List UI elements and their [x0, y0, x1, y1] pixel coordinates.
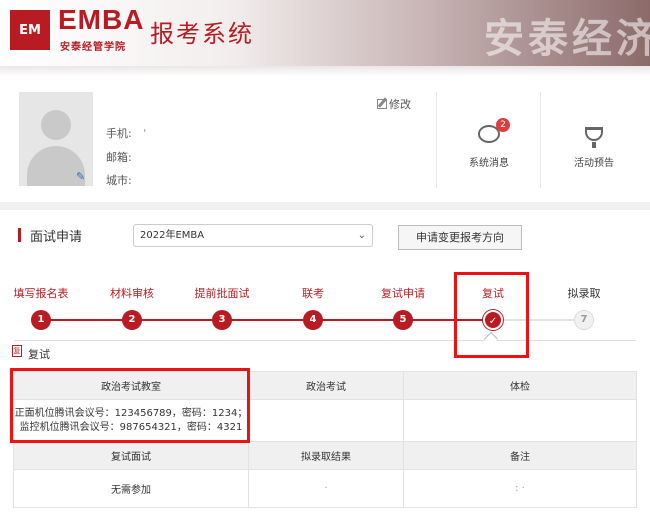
edit-icon [377, 99, 387, 109]
table-header: 体检 [403, 371, 637, 400]
logo-text: EMBA [58, 4, 145, 35]
step-label: 复试申请 [381, 287, 425, 300]
app-header: 安泰经济 EM EMBA 安泰经管学院 报考系统 [0, 0, 650, 66]
change-direction-button[interactable]: 申请变更报考方向 [398, 225, 522, 250]
step-label: 填写报名表 [13, 287, 69, 300]
logo-icon: EM [10, 10, 50, 50]
chevron-down-icon: ⌄ [357, 230, 366, 241]
table-cell: 无需参加 [13, 469, 249, 508]
program-select[interactable]: 2022年EMBA ⌄ [133, 224, 373, 247]
step-circle[interactable]: 2 [122, 310, 142, 330]
table-header: 复试面试 [13, 441, 249, 470]
divider [540, 92, 541, 188]
step-circle[interactable]: 7 [574, 310, 594, 330]
avatar-head [41, 110, 71, 140]
header-watermark: 安泰经济 [484, 16, 650, 62]
table-cell [403, 399, 637, 442]
retest-icon: 复 [12, 345, 22, 357]
highlight-box [454, 272, 529, 358]
table-cell [248, 399, 404, 442]
step-label: 联考 [302, 287, 324, 300]
message-icon-wrap: 2 [449, 118, 529, 148]
events-button[interactable]: 活动预告 [554, 120, 634, 169]
table-cell: : · [403, 469, 637, 508]
trophy-icon [585, 127, 603, 148]
phone-label-text: 手机: [106, 127, 132, 140]
trophy-icon-wrap [554, 120, 634, 148]
system-title: 报考系统 [150, 20, 254, 48]
phone-label: 手机: ' [106, 125, 146, 141]
edit-profile-link[interactable]: 修改 [377, 96, 411, 112]
phone-value: ' [143, 127, 147, 140]
retest-title: 复试 [28, 348, 50, 361]
divider [436, 92, 437, 188]
section-separator [0, 202, 650, 210]
step-circle[interactable]: 5 [393, 310, 413, 330]
events-label: 活动预告 [574, 158, 614, 169]
step-circle[interactable]: 1 [31, 310, 51, 330]
step-label: 材料审核 [110, 287, 154, 300]
city-label: 城市: [106, 174, 132, 187]
table-header: 拟录取结果 [248, 441, 404, 470]
section-title: 面试申请 [30, 230, 83, 245]
step-label: 提前批面试 [194, 287, 250, 300]
system-messages-button[interactable]: 2 系统消息 [449, 118, 529, 169]
highlight-box [10, 368, 250, 443]
steps-baseline [14, 340, 636, 341]
table-cell: · [248, 469, 404, 508]
email-label: 邮箱: [106, 151, 132, 164]
table-header: 政治考试 [248, 371, 404, 400]
header-shadow [0, 66, 650, 76]
step-label: 拟录取 [567, 287, 601, 300]
step-circle[interactable]: 4 [303, 310, 323, 330]
table-header: 备注 [403, 441, 637, 470]
edit-label: 修改 [389, 98, 411, 111]
logo-subtitle: 安泰经管学院 [60, 42, 126, 53]
messages-label: 系统消息 [469, 158, 509, 169]
step-circle[interactable]: 3 [212, 310, 232, 330]
progress-line-done [41, 319, 493, 321]
message-badge: 2 [496, 118, 510, 132]
pencil-icon[interactable]: ✎ [76, 170, 85, 183]
section-accent-bar [18, 228, 21, 242]
program-select-value: 2022年EMBA [140, 230, 205, 241]
